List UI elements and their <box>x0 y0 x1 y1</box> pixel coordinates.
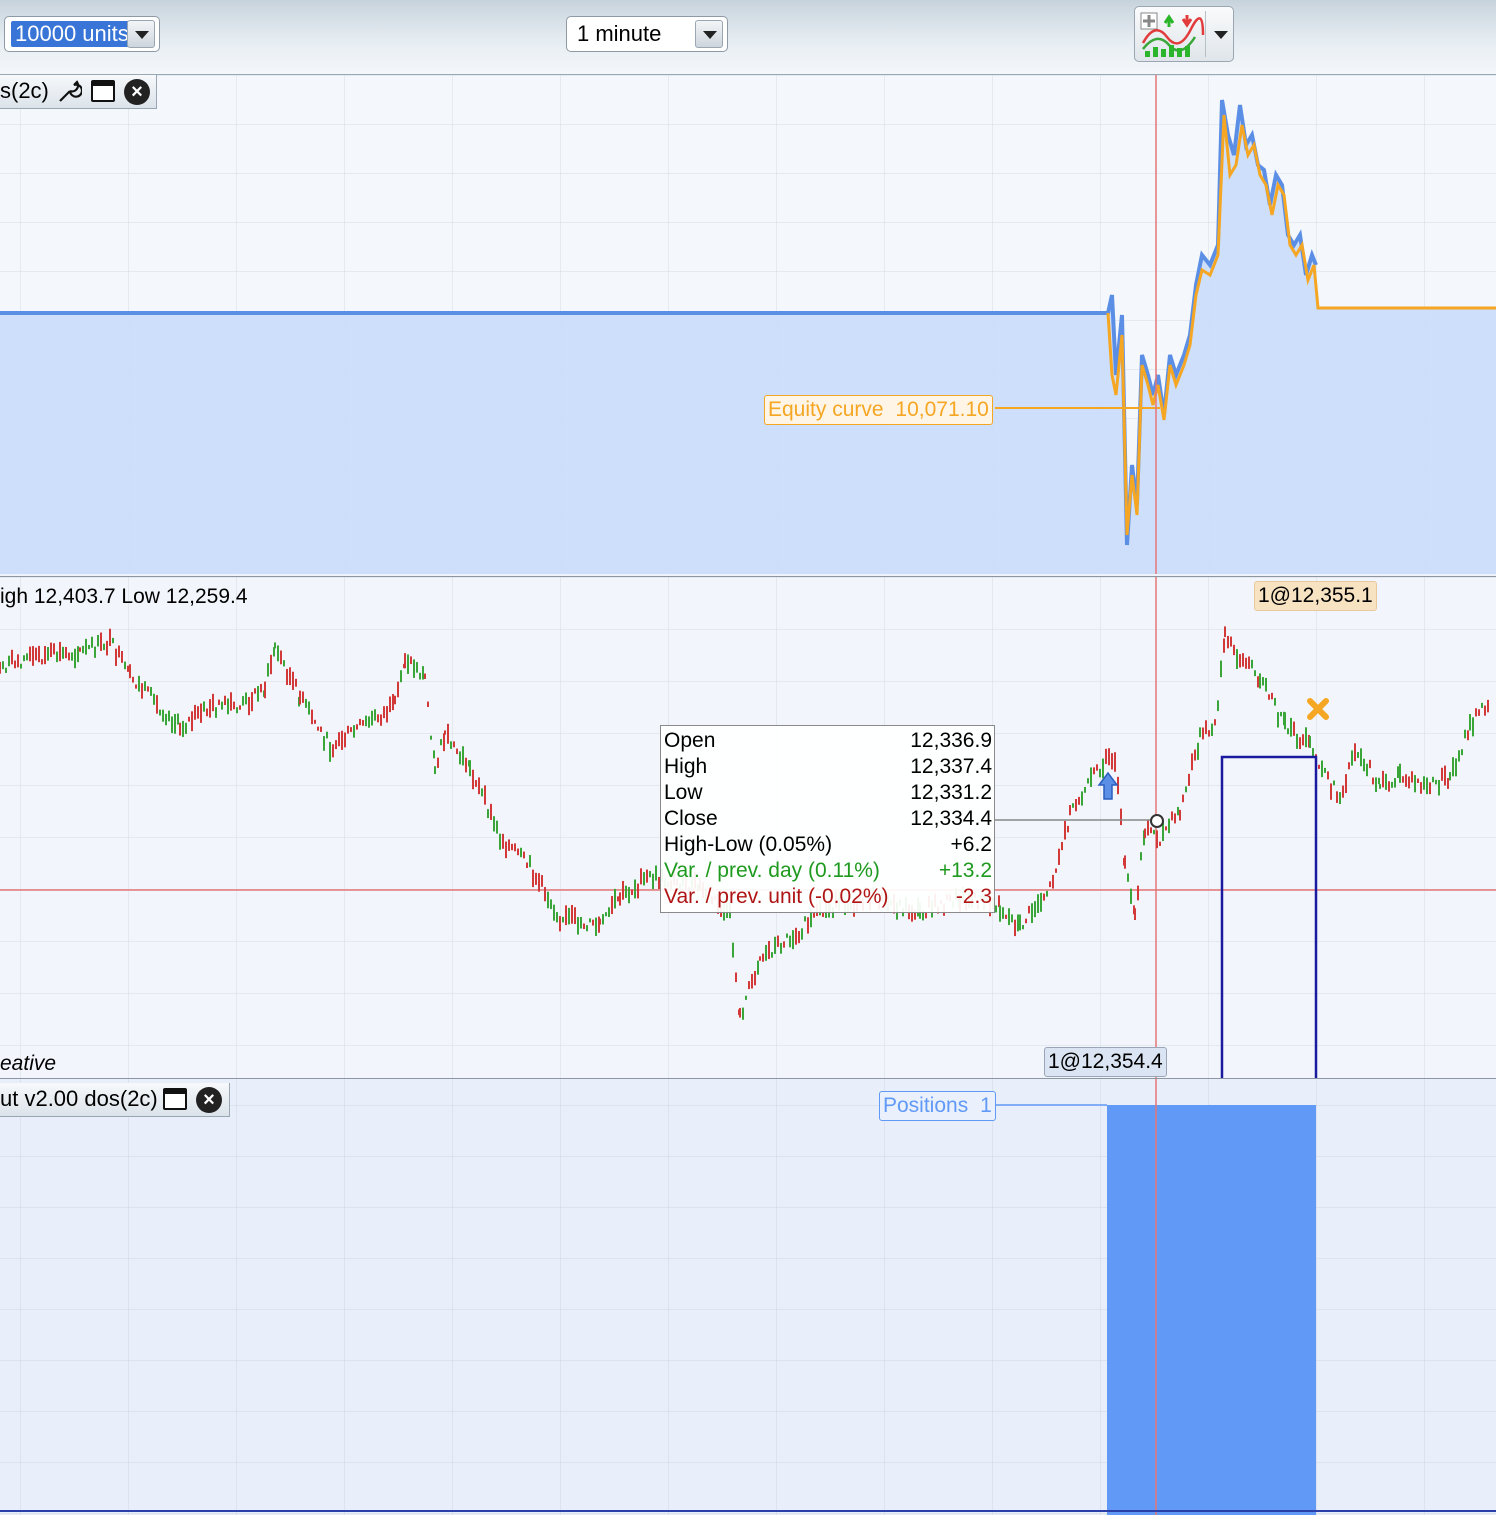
positions-chart[interactable] <box>0 1079 1496 1515</box>
ohlc-row-key: Var. / prev. day (0.11%) <box>664 859 880 882</box>
window-icon[interactable] <box>91 80 115 102</box>
ohlc-row-value: 12,334.4 <box>910 807 992 830</box>
wrench-icon[interactable] <box>56 79 82 105</box>
ohlc-row-key: Open <box>664 729 716 752</box>
equity-chart[interactable] <box>0 75 1496 574</box>
positions-label-name: Positions <box>883 1094 969 1117</box>
units-select-value: 10000 units <box>11 21 133 47</box>
add-indicator-chart-icon <box>1139 11 1206 57</box>
positions-panel: ut v2.00 dos(2c) × Positions 1 <box>0 1078 1496 1515</box>
chevron-down-icon[interactable] <box>127 20 155 48</box>
crosshair-point <box>1150 814 1164 828</box>
positions-label: Positions 1 <box>879 1091 996 1121</box>
ohlc-tooltip: Open 12,336.9 High 12,337.4 Low 12,331.2 Close… <box>660 725 995 913</box>
chevron-down-icon[interactable] <box>695 20 723 48</box>
equity-panel: s(2c) × Equity curve 10,071.10 <box>0 75 1496 574</box>
ohlc-row-value: 12,331.2 <box>910 781 992 804</box>
units-select[interactable]: 10000 units <box>4 16 160 52</box>
window-icon[interactable] <box>163 1088 187 1110</box>
ohlc-row: Var. / prev. day (0.11%) +13.2 <box>664 858 992 884</box>
order-label-bottom: 1@12,354.4 <box>1044 1047 1167 1077</box>
equity-panel-title: s(2c) <box>0 78 49 103</box>
order-label-top: 1@12,355.1 <box>1254 581 1377 611</box>
equity-curve-label: Equity curve 10,071.10 <box>764 395 993 425</box>
ohlc-row: Low 12,331.2 <box>664 780 992 806</box>
position-bar <box>1107 1105 1316 1515</box>
chevron-down-icon[interactable] <box>1207 21 1231 45</box>
ohlc-row: Var. / prev. unit (-0.02%) -2.3 <box>664 884 992 910</box>
ohlc-row-value: 12,336.9 <box>910 729 992 752</box>
positions-panel-title: ut v2.00 dos(2c) <box>0 1086 158 1111</box>
price-footer: eative <box>0 1052 57 1075</box>
ohlc-row: Open 12,336.9 <box>664 728 992 754</box>
ohlc-row-key: Var. / prev. unit (-0.02%) <box>664 885 889 908</box>
ohlc-row-key: High-Low (0.05%) <box>664 833 833 856</box>
ohlc-row: Close 12,334.4 <box>664 806 992 832</box>
price-header: igh 12,403.7 Low 12,259.4 <box>0 585 248 608</box>
ohlc-row-key: Low <box>664 781 703 804</box>
ohlc-row: High-Low (0.05%) +6.2 <box>664 832 992 858</box>
positions-panel-tab: ut v2.00 dos(2c) × <box>0 1083 230 1117</box>
equity-curve-label-name: Equity curve <box>768 398 884 421</box>
ohlc-row-value: -2.3 <box>955 885 992 908</box>
positions-label-value: 1 <box>980 1094 992 1117</box>
ohlc-row-key: High <box>664 755 708 778</box>
chart-toolbar: 10000 units 1 minute <box>0 0 1496 75</box>
ohlc-row-value: +13.2 <box>938 859 992 882</box>
equity-panel-tab: s(2c) × <box>0 75 157 109</box>
ohlc-row-key: Close <box>664 807 718 830</box>
add-indicator-button[interactable] <box>1134 6 1234 62</box>
ohlc-row-value: +6.2 <box>950 833 992 856</box>
ohlc-row-value: 12,337.4 <box>910 755 992 778</box>
ohlc-row: High 12,337.4 <box>664 754 992 780</box>
close-icon[interactable]: × <box>196 1087 222 1113</box>
equity-curve-label-value: 10,071.10 <box>895 398 989 421</box>
close-icon[interactable]: × <box>124 79 150 105</box>
timeframe-select[interactable]: 1 minute <box>566 16 728 52</box>
timeframe-select-value: 1 minute <box>577 21 662 46</box>
